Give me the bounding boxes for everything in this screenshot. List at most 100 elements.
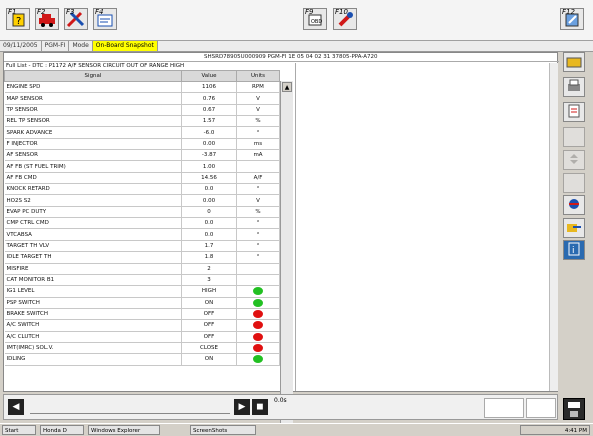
exit-icon[interactable]: F12 <box>560 8 584 30</box>
play-forward-icon[interactable]: ▶ <box>234 399 250 415</box>
flame-icon[interactable]: F10 <box>333 8 357 30</box>
cell-signal: IG1 LEVEL <box>4 285 182 298</box>
blank-icon[interactable] <box>563 127 585 147</box>
cell-value: 0 <box>181 206 237 219</box>
value-column-header[interactable]: Value <box>181 70 237 82</box>
system-label: PGM-FI <box>42 41 70 51</box>
table-row[interactable]: TP SENSOR 0.67 V <box>4 104 280 117</box>
cell-value: 0.67 <box>181 104 237 117</box>
cell-signal: PSP SWITCH <box>4 297 182 309</box>
table-row[interactable]: A/C SWITCH OFF <box>4 319 280 332</box>
taskbar-item-explorer[interactable]: Windows Explorer <box>88 425 160 435</box>
table-row[interactable]: TARGET TH VLV 1.7 ° <box>4 240 280 253</box>
cell-units: ° <box>236 240 280 253</box>
table-row[interactable]: REL TP SENSOR 1.57% <box>4 115 280 128</box>
tools-icon[interactable]: F3 <box>64 8 88 30</box>
table-row[interactable]: BRAKE SWITCH OFF <box>4 308 280 321</box>
stop-icon[interactable]: ◼ <box>252 399 268 415</box>
cell-units: ms <box>236 138 280 151</box>
cell-value: OFF <box>181 308 237 321</box>
export-icon[interactable] <box>563 218 585 238</box>
cell-value: -3.87 <box>181 149 237 162</box>
save-icon[interactable] <box>563 398 585 420</box>
cell-signal: TP SENSOR <box>4 104 182 117</box>
play-reverse-icon[interactable]: ◀ <box>8 399 24 415</box>
data-list-panel: SHSRD78905U000909 PGM-FI 1E 05 04 02 31 … <box>3 52 559 434</box>
obd-icon[interactable]: F9 OBD <box>303 8 327 30</box>
table-row[interactable]: IDLE TARGET TH 1.8 ° <box>4 251 280 264</box>
time-readout: 0.0s <box>274 397 287 404</box>
graph-scrollbar[interactable] <box>549 63 558 391</box>
data-list-icon[interactable] <box>563 102 585 122</box>
cell-signal: SPARK ADVANCE <box>4 126 182 139</box>
taskbar-item-screenshots[interactable]: ScreenShots <box>190 425 256 435</box>
table-row[interactable]: PSP SWITCH ON <box>4 297 280 309</box>
playback-slider[interactable] <box>30 401 230 414</box>
printer-icon[interactable] <box>563 77 585 97</box>
cell-signal: A/C SWITCH <box>4 319 182 332</box>
folder-icon[interactable] <box>563 52 585 72</box>
cell-signal: AF FB (ST FUEL TRIM) <box>4 160 182 173</box>
scroll-up-arrow[interactable]: ▲ <box>282 82 292 92</box>
blank-icon[interactable] <box>563 173 585 193</box>
graph-area[interactable] <box>295 63 554 391</box>
table-row[interactable]: KNOCK RETARD 0.0 ° <box>4 183 280 196</box>
table-row[interactable]: ENGINE SPD 1106 RPM <box>4 81 280 94</box>
cell-units <box>236 353 280 366</box>
cell-signal: ENGINE SPD <box>4 81 182 94</box>
table-row[interactable]: CMP CTRL CMD 0.0 ° <box>4 217 280 230</box>
cell-value: 14.56 <box>181 172 237 185</box>
car-icon[interactable]: F2 <box>35 8 59 30</box>
table-row[interactable]: F INJECTOR 0.00 ms <box>4 138 280 151</box>
cell-value: 0.0 <box>181 228 237 241</box>
taskbar-item-honda[interactable]: Honda D <box>40 425 84 435</box>
table-scrollbar[interactable]: ▲ ▼ <box>280 81 293 434</box>
table-row[interactable]: HO2S S2 0.00 V <box>4 194 280 207</box>
table-row[interactable]: VTCABSA 0.0 ° <box>4 228 280 241</box>
mode-value: On-Board Snapshot <box>92 41 158 51</box>
help-icon[interactable]: F1? <box>6 8 30 30</box>
table-row[interactable]: A/C CLUTCH OFF <box>4 331 280 343</box>
cell-units: ° <box>236 217 280 230</box>
cell-units: mA <box>236 149 280 162</box>
cell-value: -6.0 <box>181 126 237 139</box>
table-row[interactable]: MISFIRE 2 <box>4 263 280 275</box>
cell-signal: HO2S S2 <box>4 194 182 207</box>
table-row[interactable]: EVAP PC DUTY 0% <box>4 206 280 219</box>
signal-column-header[interactable]: Signal <box>4 70 182 82</box>
settings-icon[interactable]: F4 <box>93 8 117 30</box>
status-indicator-icon <box>253 332 263 341</box>
table-row[interactable]: SPARK ADVANCE -6.0 ° <box>4 126 280 139</box>
cell-value: 1106 <box>181 81 237 94</box>
function-toolbar: F1? F2 F3 F4 F9 OBD F10 F12 <box>0 0 593 41</box>
cell-value: CLOSE <box>181 342 237 355</box>
table-row[interactable]: MAP SENSOR 0.76 V <box>4 92 280 105</box>
cell-units: V <box>236 104 280 117</box>
units-column-header[interactable]: Units <box>236 70 280 82</box>
cell-value: 3 <box>181 274 237 287</box>
status-indicator-icon <box>253 321 263 330</box>
playback-bar: ◀ ▶ ◼ 0.0s <box>3 394 558 420</box>
snapshot-icon[interactable] <box>563 195 585 215</box>
table-row[interactable]: IDLING ON <box>4 353 280 366</box>
cell-units: V <box>236 92 280 105</box>
scroll-icon[interactable] <box>563 150 585 170</box>
right-sidebar: i <box>561 52 587 302</box>
table-row[interactable]: AF FB CMD 14.56 A/F <box>4 172 280 185</box>
table-row[interactable]: AF SENSOR -3.87 mA <box>4 149 280 162</box>
data-table: Signal Value Units ENGINE SPD 1106 RPM MAP … <box>4 70 280 366</box>
cell-units: ° <box>236 251 280 264</box>
status-indicator-icon <box>253 310 263 319</box>
cell-units <box>236 263 280 275</box>
info-icon[interactable]: i <box>563 240 585 260</box>
table-row[interactable]: AF FB (ST FUEL TRIM) 1.00 <box>4 160 280 173</box>
cell-signal: CAT MONITOR B1 <box>4 274 182 287</box>
start-button[interactable]: Start <box>2 425 36 435</box>
system-tray: 4:41 PM <box>520 425 590 435</box>
table-row[interactable]: CAT MONITOR B1 3 <box>4 274 280 287</box>
cell-value: 2 <box>181 263 237 275</box>
cell-value: 0.0 <box>181 217 237 230</box>
cell-signal: IMT(IMRC) SOL.V. <box>4 342 182 355</box>
table-row[interactable]: IG1 LEVEL HIGH <box>4 285 280 298</box>
table-row[interactable]: IMT(IMRC) SOL.V. CLOSE <box>4 342 280 355</box>
